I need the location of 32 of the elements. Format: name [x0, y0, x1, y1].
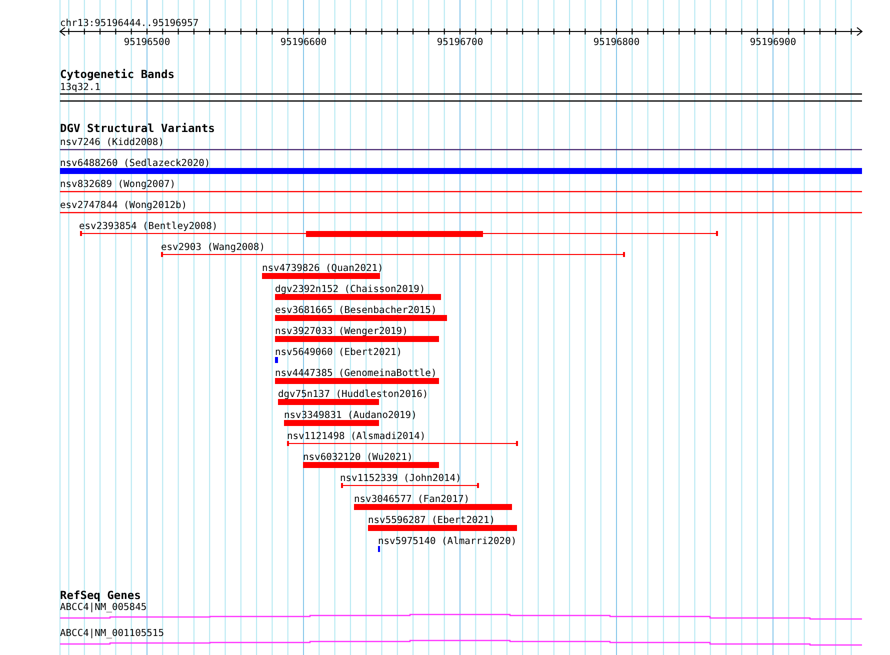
- track-title: RefSeq Genes: [60, 589, 141, 602]
- variant-label: nsv5975140 (Almarri2020): [378, 536, 517, 547]
- tick-label: 95196600: [280, 37, 327, 48]
- location-label: chr13:95196444..95196957: [60, 18, 199, 29]
- tick-label: 95196500: [124, 37, 170, 48]
- gene-label: ABCC4|NM_005845: [60, 602, 147, 613]
- variant-label: nsv5649060 (Ebert2021): [275, 347, 402, 358]
- tick-label: 95196800: [593, 37, 640, 48]
- variant-label: nsv3927033 (Wenger2019): [275, 326, 408, 337]
- variant-label: nsv6488260 (Sedlazeck2020): [60, 158, 210, 169]
- variant-label: nsv832689 (Wong2007): [60, 179, 176, 190]
- variant-label: esv2393854 (Bentley2008): [79, 221, 218, 232]
- variant-label: nsv6032120 (Wu2021): [303, 452, 413, 463]
- variant-label: nsv3349831 (Audano2019): [284, 410, 417, 421]
- variant-label: nsv1152339 (John2014): [340, 473, 462, 484]
- variant-label: nsv7246 (Kidd2008): [60, 137, 164, 148]
- variant-label: dgv2392n152 (Chaisson2019): [275, 284, 426, 295]
- variant-label: nsv3046577 (Fan2017): [354, 494, 470, 505]
- variant-label: nsv1121498 (Alsmadi2014): [287, 431, 426, 442]
- variant-label: nsv4447385 (GenomeinaBottle): [275, 368, 437, 379]
- track-title: Cytogenetic Bands: [60, 68, 175, 81]
- track-title: DGV Structural Variants: [60, 122, 215, 135]
- variant-label: nsv5596287 (Ebert2021): [368, 515, 496, 526]
- variant-label: esv2747844 (Wong2012b): [60, 200, 188, 211]
- tick-label: 95196900: [750, 37, 796, 48]
- variant-label: nsv4739826 (Quan2021): [262, 263, 384, 274]
- variant-label: dgv75n137 (Huddleston2016): [278, 389, 428, 400]
- gene-label: ABCC4|NM_001105515: [60, 628, 164, 639]
- band-label: 13q32.1: [60, 82, 100, 93]
- tick-label: 95196700: [436, 37, 484, 48]
- variant-label: esv2903 (Wang2008): [161, 242, 265, 253]
- variant-label: esv3681665 (Besenbacher2015): [275, 305, 437, 316]
